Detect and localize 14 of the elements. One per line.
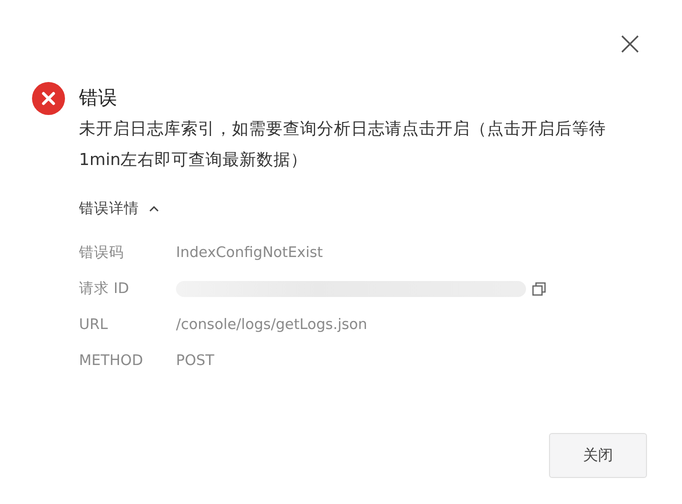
detail-label: 错误码 [79, 244, 125, 263]
detail-value: IndexConfigNotExist [176, 244, 324, 263]
error-icon [32, 82, 65, 115]
chevron-up-icon [149, 205, 159, 212]
detail-value: /console/logs/getLogs.json [176, 316, 368, 335]
details-toggle[interactable]: 错误详情 [79, 199, 159, 218]
detail-value: POST [176, 352, 216, 371]
close-dialog-button[interactable]: 关闭 [549, 433, 647, 478]
detail-label: METHOD [79, 352, 144, 371]
detail-label: URL [79, 316, 109, 335]
detail-label: 请求 ID [79, 280, 130, 299]
copy-icon[interactable] [532, 282, 546, 296]
dialog-title: 错误 [79, 86, 118, 111]
error-message: 未开启日志库索引，如需要查询分析日志请点击开启（点击开启后等待1min左右即可查询最新数据） [79, 118, 607, 171]
